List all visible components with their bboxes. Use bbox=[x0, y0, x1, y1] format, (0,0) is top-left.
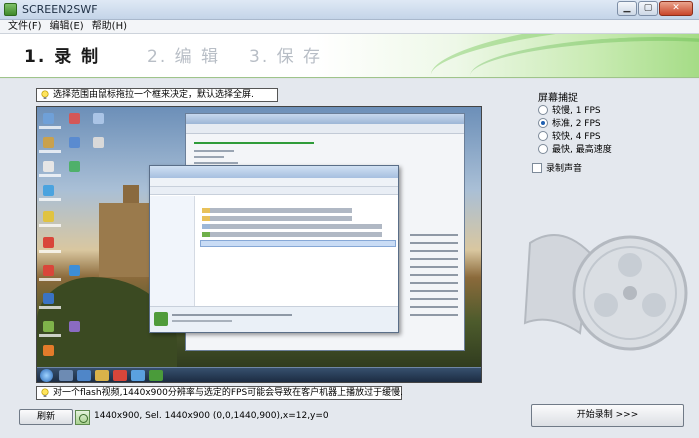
minimize-button[interactable]: ▁ bbox=[617, 1, 637, 16]
desktop-icon-label bbox=[39, 174, 61, 177]
start-recording-button[interactable]: 开始录制 >>> bbox=[531, 404, 684, 427]
desktop-icon bbox=[69, 321, 80, 332]
fps-option-fastest[interactable]: 最快, 最高速度 bbox=[538, 142, 612, 155]
preview-taskbar bbox=[37, 367, 481, 382]
radio-button[interactable] bbox=[538, 104, 548, 115]
fps-option-label: 标准, 2 FPS bbox=[552, 119, 601, 129]
desktop-icon bbox=[43, 113, 54, 124]
hint-top-text: 选择范围由鼠标拖拉一个框来决定，默认选择全屏. bbox=[53, 90, 254, 100]
lightbulb-icon bbox=[41, 90, 49, 99]
record-audio-label: 录制声音 bbox=[546, 164, 583, 174]
desktop-icon bbox=[93, 137, 104, 148]
maximize-button[interactable]: ▢ bbox=[638, 1, 658, 16]
desktop-icon bbox=[43, 237, 54, 248]
menu-bar: 文件(F) 编辑(E) 帮助(H) bbox=[0, 20, 699, 34]
desktop-icon-label bbox=[39, 306, 61, 309]
refresh-button[interactable]: 刷新 bbox=[19, 409, 73, 425]
hint-bottom: 对一个flash视频,1440x900分辨率与选定的FPS可能会导致在客户机器上… bbox=[36, 386, 404, 400]
fps-option-label: 较快, 4 FPS bbox=[552, 132, 601, 142]
desktop-icon-label bbox=[39, 334, 61, 337]
film-reel-icon bbox=[523, 234, 688, 351]
hint-bottom-text: 对一个flash视频,1440x900分辨率与选定的FPS可能会导致在客户机器上… bbox=[53, 388, 404, 398]
step-edit: 2. 编 辑 bbox=[147, 47, 221, 67]
screen-preview[interactable] bbox=[36, 106, 482, 383]
app-icon bbox=[4, 3, 17, 16]
capture-panel-title: 屏幕捕捉 bbox=[538, 93, 578, 104]
desktop-icon bbox=[69, 161, 80, 172]
fps-option-label: 较慢, 1 FPS bbox=[552, 106, 601, 116]
desktop-icon bbox=[43, 293, 54, 304]
close-button[interactable]: ✕ bbox=[659, 1, 693, 16]
desktop-icon-label bbox=[39, 126, 61, 129]
lightbulb-icon bbox=[41, 388, 49, 397]
desktop-icon bbox=[43, 161, 54, 172]
title-bar: SCREEN2SWF ▁ ▢ ✕ bbox=[0, 0, 699, 20]
desktop-icon-label bbox=[39, 278, 61, 281]
desktop-icon bbox=[43, 345, 54, 356]
desktop-icon-label bbox=[39, 150, 61, 153]
desktop-icon bbox=[69, 265, 80, 276]
refresh-icon[interactable] bbox=[75, 410, 90, 425]
fps-option-label: 最快, 最高速度 bbox=[552, 145, 612, 155]
desktop-icon bbox=[69, 137, 80, 148]
menu-file[interactable]: 文件(F) bbox=[4, 20, 46, 33]
desktop-icon bbox=[93, 113, 104, 124]
hint-top: 选择范围由鼠标拖拉一个框来决定，默认选择全屏. bbox=[36, 88, 278, 102]
fps-option-slow[interactable]: 较慢, 1 FPS bbox=[538, 103, 601, 116]
radio-button[interactable] bbox=[538, 143, 548, 154]
window-controls: ▁ ▢ ✕ bbox=[616, 1, 693, 16]
record-audio-option[interactable]: 录制声音 bbox=[532, 161, 582, 174]
step-record: 1. 录 制 bbox=[24, 47, 101, 67]
desktop-icon-label bbox=[39, 250, 61, 253]
desktop-icon bbox=[43, 211, 54, 222]
menu-edit[interactable]: 编辑(E) bbox=[46, 20, 88, 33]
desktop-icon-label bbox=[39, 224, 61, 227]
desktop-icon bbox=[69, 113, 80, 124]
step-save: 3. 保 存 bbox=[249, 47, 323, 67]
fps-option-standard[interactable]: 标准, 2 FPS bbox=[538, 116, 601, 129]
menu-help[interactable]: 帮助(H) bbox=[88, 20, 131, 33]
main-content: 选择范围由鼠标拖拉一个框来决定，默认选择全屏. 对一个flash视频,1440x… bbox=[0, 79, 699, 438]
preview-explorer-window bbox=[149, 165, 399, 333]
desktop-icon bbox=[43, 321, 54, 332]
radio-button[interactable] bbox=[538, 117, 548, 128]
step-banner: 1. 录 制 2. 编 辑 3. 保 存 bbox=[0, 34, 699, 78]
record-audio-checkbox[interactable] bbox=[532, 162, 542, 173]
desktop-icon bbox=[43, 265, 54, 276]
radio-button[interactable] bbox=[538, 130, 548, 141]
desktop-icon bbox=[43, 185, 54, 196]
fps-option-fast[interactable]: 较快, 4 FPS bbox=[538, 129, 601, 142]
window-title: SCREEN2SWF bbox=[22, 3, 98, 16]
selection-status: 1440x900, Sel. 1440x900 (0,0,1440,900),x… bbox=[94, 411, 329, 421]
desktop-icon bbox=[43, 137, 54, 148]
desktop-icon-label bbox=[39, 198, 61, 201]
start-orb-icon bbox=[40, 369, 53, 382]
